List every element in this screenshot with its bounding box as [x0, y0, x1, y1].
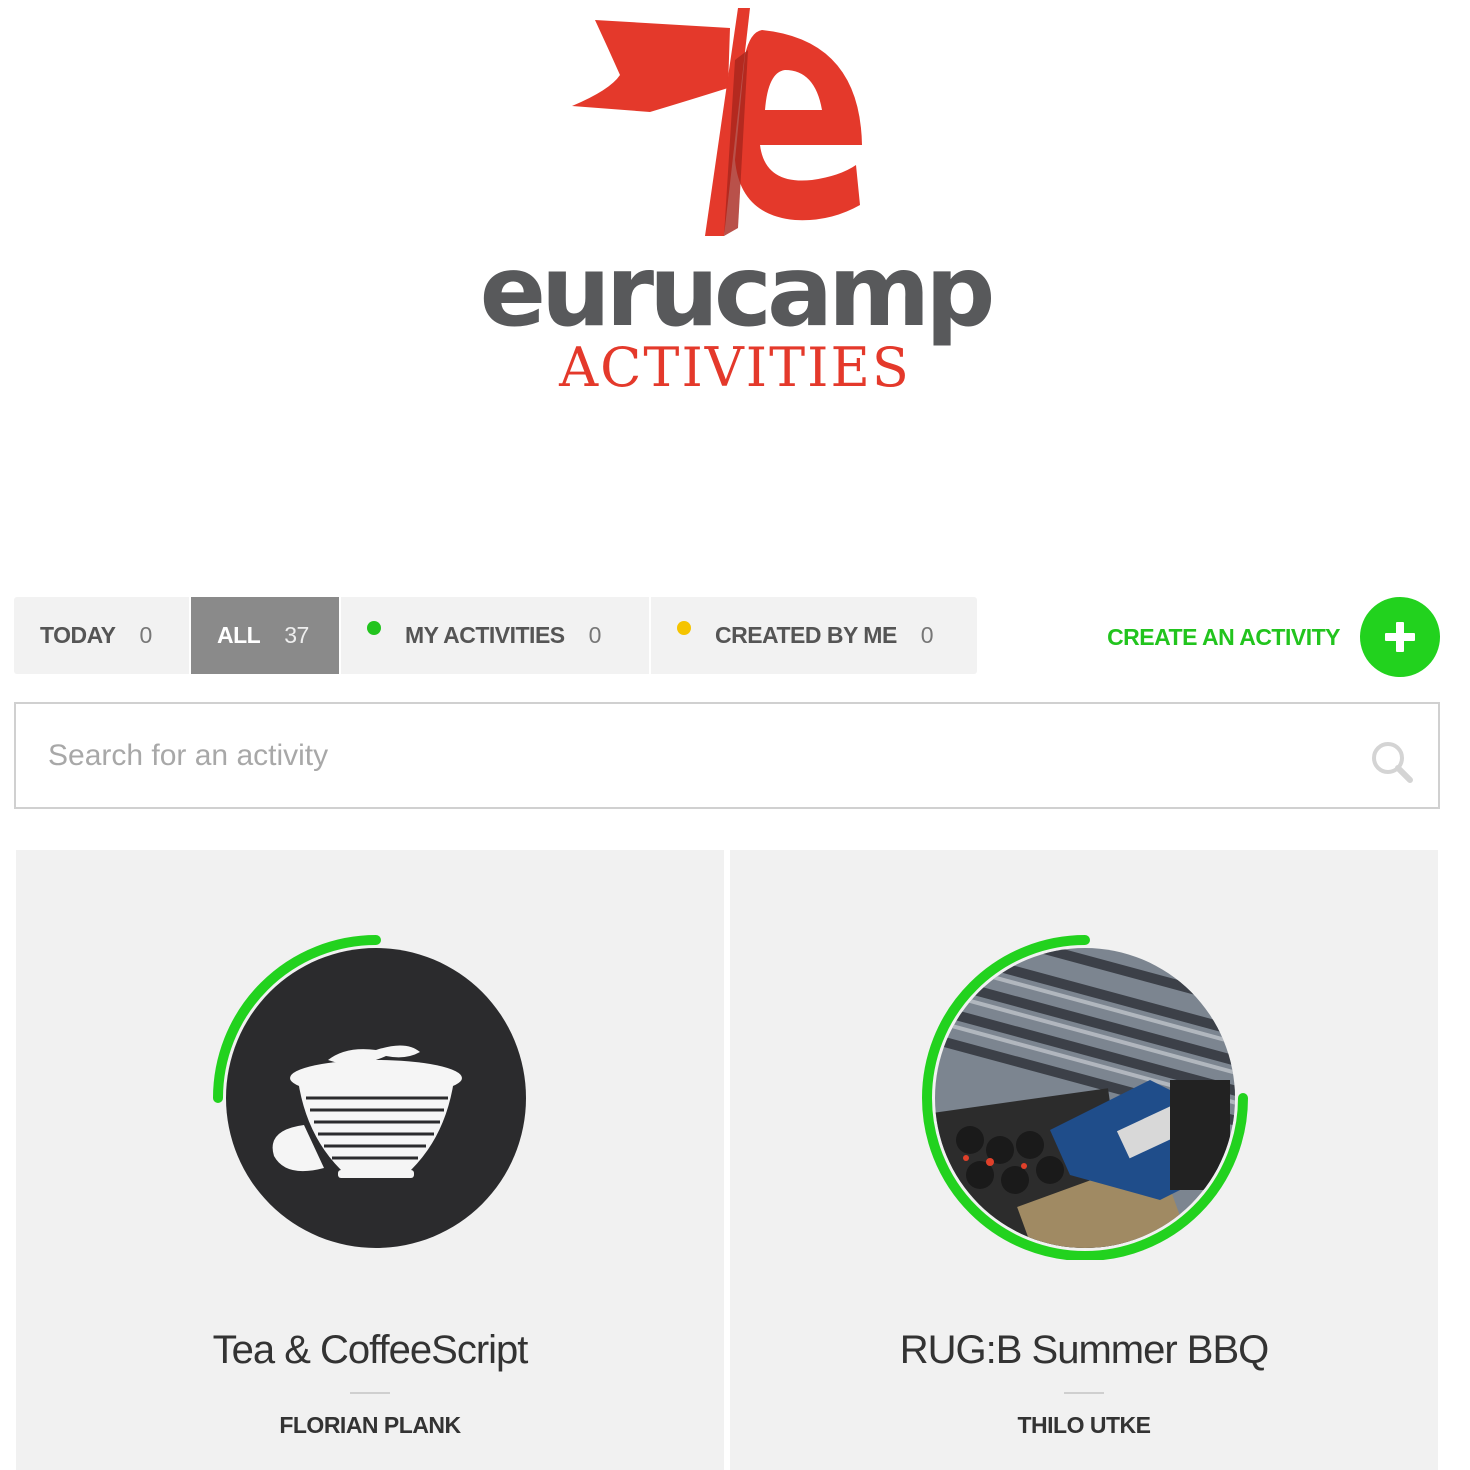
logo: eurucamp ACTIVITIES — [0, 0, 1470, 560]
tab-today[interactable]: TODAY 0 — [14, 597, 191, 674]
divider — [1064, 1392, 1104, 1394]
create-activity-link[interactable]: CREATE AN ACTIVITY — [1060, 620, 1340, 654]
filter-tabs: TODAY 0 ALL 37 MY ACTIVITIES 0 CREATED B… — [14, 597, 977, 674]
search-box — [14, 702, 1440, 809]
activity-title[interactable]: Tea & CoffeeScript — [16, 1328, 724, 1373]
search-icon[interactable] — [1370, 740, 1414, 784]
tab-created-by-me[interactable]: CREATED BY ME 0 — [651, 597, 977, 674]
create-activity-button[interactable] — [1360, 597, 1440, 677]
tab-all[interactable]: ALL 37 — [191, 597, 341, 674]
search-input[interactable] — [48, 704, 1348, 807]
tab-count: 0 — [588, 622, 602, 648]
divider — [350, 1392, 390, 1394]
activity-author: THILO UTKE — [1017, 1412, 1152, 1438]
brand-name: eurucamp — [479, 235, 996, 349]
yellow-dot-icon — [677, 620, 691, 635]
activity-card[interactable]: Tea & CoffeeScript FLORIAN PLANK — [16, 850, 724, 1470]
tab-count: 0 — [139, 622, 152, 648]
activity-title[interactable]: RUG:B Summer BBQ — [730, 1328, 1438, 1373]
plus-icon — [1385, 622, 1415, 652]
tab-count: 37 — [284, 622, 309, 648]
activity-card[interactable]: RUG:B Summer BBQ THILO UTKE — [730, 850, 1438, 1470]
activity-image — [922, 935, 1248, 1260]
tab-my-activities[interactable]: MY ACTIVITIES 0 — [341, 597, 651, 674]
tab-count: 0 — [920, 622, 934, 648]
tab-label: MY ACTIVITIES — [405, 622, 565, 648]
green-dot-icon — [367, 620, 381, 635]
flag-logo-icon — [572, 8, 862, 236]
tab-label: ALL — [217, 622, 261, 648]
tab-label: TODAY — [40, 622, 116, 648]
activity-image — [213, 935, 526, 1248]
brand-subtitle: ACTIVITIES — [559, 336, 911, 399]
activity-author: FLORIAN PLANK — [279, 1412, 461, 1438]
tab-label: CREATED BY ME — [715, 622, 897, 648]
